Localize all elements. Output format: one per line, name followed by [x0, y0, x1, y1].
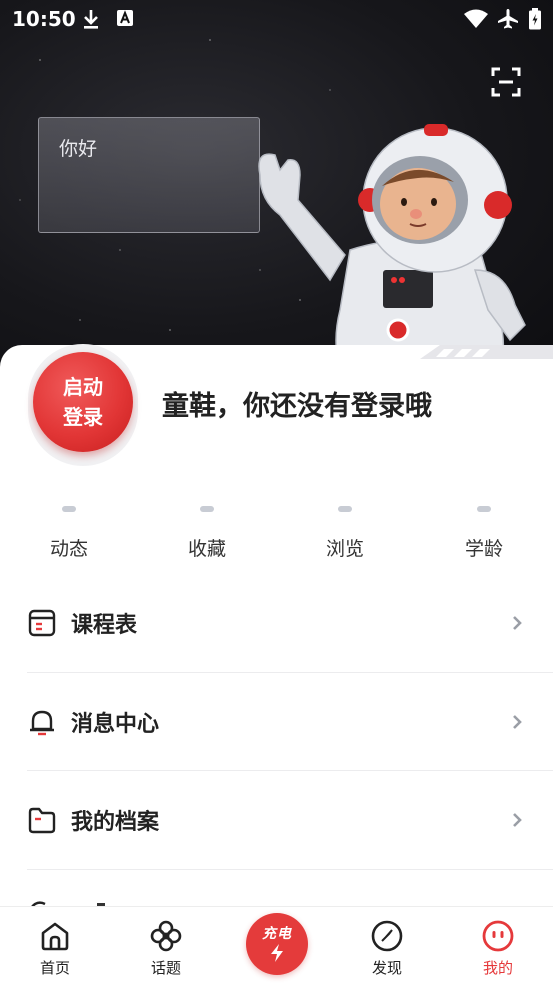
nav-label: 话题	[150, 959, 181, 977]
scan-icon[interactable]	[490, 66, 522, 98]
greeting-bubble: 你好	[38, 117, 260, 233]
wifi-icon	[464, 9, 488, 28]
download-icon	[84, 10, 98, 29]
login-button[interactable]: 启动 登录	[33, 352, 133, 452]
stat-label: 学龄	[464, 538, 503, 560]
nav-home[interactable]: 首页	[15, 919, 95, 978]
airplane-icon	[498, 9, 518, 29]
charge-button[interactable]: 充电	[246, 913, 308, 975]
login-prompt-title: 童鞋，你还没有登录哦	[162, 391, 432, 422]
menu-item-messages[interactable]: 消息中心	[27, 673, 553, 771]
stat-label: 浏览	[325, 538, 364, 560]
stat-value-placeholder	[477, 506, 491, 512]
stat-favorites[interactable]: 收藏	[167, 500, 247, 561]
compass-icon	[371, 920, 403, 952]
profile-face-icon	[482, 920, 514, 952]
nav-label: 首页	[39, 959, 70, 977]
login-line-1: 启动	[63, 375, 103, 399]
stat-value-placeholder	[62, 506, 76, 512]
menu-item-label: 课程表	[71, 613, 138, 638]
nav-label: 发现	[371, 959, 402, 977]
menu-item-schedule[interactable]: 课程表	[27, 574, 553, 673]
topics-flower-icon	[150, 920, 182, 952]
bell-icon	[30, 710, 54, 735]
login-line-2: 登录	[63, 405, 103, 429]
nav-discover[interactable]: 发现	[347, 919, 427, 978]
astronaut-illustration	[258, 124, 526, 380]
charge-label: 充电	[262, 926, 292, 942]
chevron-right-icon	[513, 813, 522, 827]
menu-item-archive[interactable]: 我的档案	[27, 771, 553, 870]
stat-label: 收藏	[187, 538, 226, 560]
nav-mine[interactable]: 我的	[458, 919, 538, 978]
greeting-text: 你好	[59, 138, 98, 160]
hero-banner: 10:50 你好	[0, 0, 553, 380]
nav-topics[interactable]: 话题	[126, 919, 206, 978]
chevron-right-icon	[513, 616, 522, 630]
status-time: 10:50	[12, 7, 76, 31]
decorative-stripes	[420, 345, 553, 359]
stats-row: 动态 收藏 浏览 学龄	[0, 500, 553, 570]
menu-list: 课程表 消息中心 我的档案	[0, 574, 553, 870]
stat-history[interactable]: 浏览	[305, 500, 385, 561]
font-a-icon	[117, 10, 133, 26]
status-bar: 10:50	[0, 0, 553, 38]
stat-label: 动态	[49, 538, 88, 560]
nav-label: 我的	[482, 959, 513, 977]
menu-item-label: 消息中心	[71, 711, 160, 737]
schedule-icon	[28, 609, 56, 637]
stat-value-placeholder	[338, 506, 352, 512]
folder-icon	[28, 807, 56, 834]
menu-item-label: 我的档案	[71, 810, 160, 835]
stat-dynamics[interactable]: 动态	[29, 500, 109, 561]
battery-charging-icon	[529, 8, 541, 30]
chevron-right-icon	[513, 714, 522, 729]
stat-value-placeholder	[200, 506, 214, 512]
lightning-icon	[271, 944, 283, 962]
home-icon	[41, 922, 69, 951]
stat-study-age[interactable]: 学龄	[444, 500, 524, 561]
